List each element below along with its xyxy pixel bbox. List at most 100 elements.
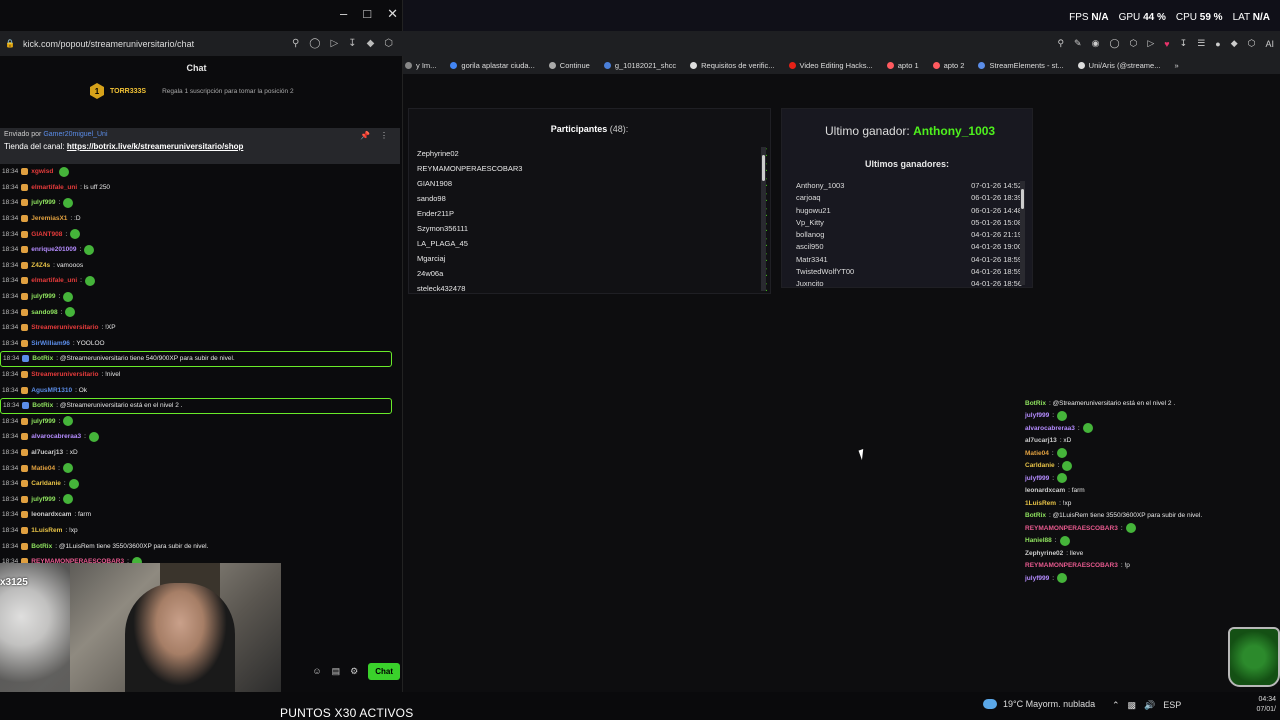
message-text: :: [80, 277, 82, 285]
message-user[interactable]: enrique201009: [31, 246, 76, 253]
winner-date: 04-01-26 18:59: [971, 254, 1022, 264]
bookmark-item[interactable]: Continue: [548, 61, 590, 70]
message-time: 18:34: [2, 417, 19, 425]
bookmark-item[interactable]: y Im...: [405, 61, 436, 70]
ai-icon[interactable]: AI: [1265, 39, 1274, 49]
message-user[interactable]: Streameruniversitario: [31, 371, 98, 378]
message-user[interactable]: al7ucarj13: [31, 449, 63, 456]
shield-icon[interactable]: ◯: [309, 38, 320, 49]
maximize-icon[interactable]: □: [363, 6, 371, 22]
message-user[interactable]: elmartifale_uni: [31, 184, 77, 191]
download-icon[interactable]: ↧: [1180, 38, 1188, 49]
badge-icon: [21, 480, 29, 488]
winner-row: Anthony_1003 07-01-26 14:52: [796, 181, 1022, 193]
winner-name: ascil950: [796, 242, 824, 252]
message-user[interactable]: GIANT908: [31, 231, 62, 238]
bookmark-item[interactable]: Video Editing Hacks...: [788, 61, 873, 70]
weather-widget[interactable]: 19°C Mayorm. nublada: [983, 699, 1095, 709]
message-user[interactable]: Z4Z4s: [31, 262, 50, 269]
address-bar[interactable]: 🔒 kick.com/popout/streameruniversitario/…: [0, 31, 403, 56]
menu-icon[interactable]: ☰: [1197, 38, 1205, 49]
overlay-chat-message: BotRix: @1LuisRem tiene 3550/3600XP para…: [1025, 510, 1280, 523]
message-user[interactable]: sando98: [31, 309, 57, 316]
message-time: 18:34: [2, 293, 19, 301]
message-user[interactable]: elmartifale_uni: [31, 277, 77, 284]
message-user[interactable]: BotRix: [32, 402, 53, 409]
overlay-user: julyf999: [1025, 474, 1050, 482]
extension-icon[interactable]: ⬡: [384, 38, 393, 49]
emote-icon: [63, 291, 74, 302]
camera-icon[interactable]: ◉: [1092, 38, 1100, 49]
message-time: 18:34: [2, 511, 19, 519]
bookmark-item[interactable]: g_10182021_shcc: [603, 61, 676, 70]
participants-scrollbar[interactable]: [761, 147, 766, 291]
stat-lat: LAT N/A: [1233, 12, 1270, 23]
stat-label: LAT: [1232, 12, 1253, 23]
pinned-by-user[interactable]: Gamer20miguel_Uni: [43, 131, 107, 138]
message-user[interactable]: xgwisd: [31, 168, 53, 175]
message-user[interactable]: BotRix: [31, 543, 52, 550]
url-text[interactable]: kick.com/popout/streameruniversitario/ch…: [23, 39, 194, 49]
send-chat-button[interactable]: Chat: [368, 662, 400, 680]
extension-icon[interactable]: ⬡: [1130, 38, 1138, 49]
diamond-icon[interactable]: ◆: [1231, 38, 1238, 49]
bookmark-item[interactable]: Requisitos de verific...: [690, 61, 775, 70]
gift-icon[interactable]: ▤: [332, 666, 341, 677]
emoji-icon[interactable]: ☺: [312, 666, 321, 676]
search-icon[interactable]: ⚲: [292, 38, 299, 49]
chevron-right-icon[interactable]: »: [1174, 61, 1178, 70]
bookmark-item[interactable]: apto 2: [932, 61, 964, 70]
message-user[interactable]: AgusMR1310: [31, 387, 72, 394]
extension-icon[interactable]: ⬡: [1248, 38, 1256, 49]
emote-icon: [84, 275, 95, 286]
sub-gift-banner: 1 TORR333S Regala 1 suscripción para tom…: [90, 83, 294, 99]
bookmark-item[interactable]: StreamElements - st...: [978, 61, 1064, 70]
close-icon[interactable]: ✕: [387, 6, 398, 22]
badge-icon: [21, 542, 29, 550]
winners-scrollbar[interactable]: [1020, 181, 1025, 285]
message-user[interactable]: 1LuisRem: [31, 527, 62, 534]
message-user[interactable]: leonardxcam: [31, 511, 71, 518]
message-user[interactable]: julyf999: [31, 293, 55, 300]
message-user[interactable]: Matie04: [31, 465, 55, 472]
message-user[interactable]: Streameruniversitario: [31, 324, 98, 331]
message-user[interactable]: JeremiasX1: [31, 215, 67, 222]
bookmark-item[interactable]: Uni/Aris (@streame...: [1077, 61, 1160, 70]
message-user[interactable]: BotRix: [32, 355, 53, 362]
message-user[interactable]: SirWilliam96: [31, 340, 70, 347]
bookmark-item[interactable]: gorila aplastar ciuda...: [450, 61, 535, 70]
message-user[interactable]: julyf999: [31, 496, 55, 503]
minimize-icon[interactable]: –: [340, 6, 347, 22]
download-icon[interactable]: ↧: [348, 38, 356, 49]
badge-icon: [22, 402, 30, 410]
play-icon[interactable]: ▷: [1147, 38, 1154, 49]
message-user[interactable]: julyf999: [31, 418, 55, 425]
message-user[interactable]: Carldanie: [31, 480, 61, 487]
shield-icon[interactable]: ◯: [1109, 38, 1119, 49]
diamond-icon[interactable]: ◆: [367, 38, 375, 49]
volume-icon[interactable]: 🔊: [1144, 700, 1155, 711]
winner-row: hugowu21 06-01-26 14:48: [796, 206, 1022, 218]
settings-icon[interactable]: ⚙: [350, 666, 358, 677]
bookmark-item[interactable]: apto 1: [886, 61, 919, 70]
profile-icon[interactable]: ●: [1215, 39, 1220, 49]
taskbar-clock[interactable]: 04:34 07/01/: [1257, 695, 1276, 715]
language-indicator[interactable]: ESP: [1163, 700, 1181, 711]
play-icon[interactable]: ▷: [330, 38, 338, 49]
pin-icon[interactable]: 📌: [360, 131, 370, 140]
edit-icon[interactable]: ✎: [1074, 38, 1082, 49]
heart-icon[interactable]: ♥: [1164, 39, 1169, 49]
network-icon[interactable]: ▩: [1128, 700, 1137, 711]
message-time: 18:34: [2, 339, 19, 347]
overlay-chat-message: alvarocabreraa3:: [1025, 422, 1280, 435]
chevron-up-icon[interactable]: ⌃: [1112, 700, 1120, 711]
message-time: 18:34: [2, 246, 19, 254]
message-user[interactable]: julyf999: [31, 199, 55, 206]
gifter-name: TORR333S: [110, 87, 147, 95]
participant-row: Ender211PK: [417, 206, 767, 221]
message-user[interactable]: alvarocabreraa3: [31, 433, 81, 440]
search-icon[interactable]: ⚲: [1057, 38, 1064, 49]
shop-link[interactable]: https://botrix.live/k/streameruniversita…: [67, 142, 244, 151]
message-text: : ls uff 250: [80, 183, 111, 191]
more-icon[interactable]: ⋮: [380, 131, 388, 140]
